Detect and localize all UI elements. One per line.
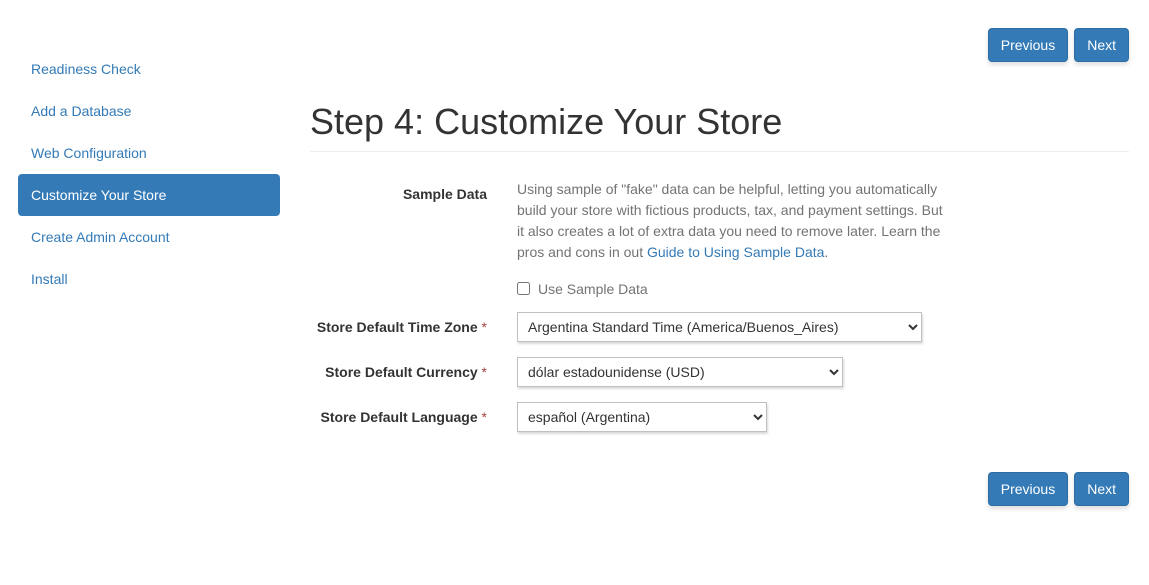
guide-link[interactable]: Guide to Using Sample Data <box>647 244 824 260</box>
top-button-row: Previous Next <box>310 28 1129 62</box>
bottom-button-row: Previous Next <box>310 472 1129 506</box>
page-title: Step 4: Customize Your Store <box>310 102 1129 152</box>
currency-row: Store Default Currency * dólar estadouni… <box>310 357 1129 387</box>
main-content: Previous Next Step 4: Customize Your Sto… <box>280 0 1149 526</box>
sidebar-item-web-configuration[interactable]: Web Configuration <box>18 132 280 174</box>
previous-button-bottom[interactable]: Previous <box>988 472 1068 506</box>
language-label: Store Default Language * <box>310 402 502 432</box>
sample-data-help-text: Using sample of "fake" data can be helpf… <box>517 179 947 263</box>
timezone-row: Store Default Time Zone * Argentina Stan… <box>310 312 1129 342</box>
previous-button[interactable]: Previous <box>988 28 1068 62</box>
sidebar-item-create-admin[interactable]: Create Admin Account <box>18 216 280 258</box>
timezone-select[interactable]: Argentina Standard Time (America/Buenos_… <box>517 312 922 342</box>
timezone-label: Store Default Time Zone * <box>310 312 502 342</box>
sidebar-item-readiness-check[interactable]: Readiness Check <box>18 48 280 90</box>
next-button-bottom[interactable]: Next <box>1074 472 1129 506</box>
required-indicator: * <box>482 319 487 335</box>
language-select[interactable]: español (Argentina) <box>517 402 767 432</box>
currency-select[interactable]: dólar estadounidense (USD) <box>517 357 843 387</box>
required-indicator: * <box>482 409 487 425</box>
required-indicator: * <box>482 364 487 380</box>
sample-data-label: Sample Data <box>310 179 502 209</box>
language-row: Store Default Language * español (Argent… <box>310 402 1129 432</box>
sample-data-row: Sample Data Using sample of "fake" data … <box>310 179 1129 297</box>
customize-form: Sample Data Using sample of "fake" data … <box>310 161 1129 432</box>
sidebar-item-install[interactable]: Install <box>18 258 280 300</box>
next-button[interactable]: Next <box>1074 28 1129 62</box>
currency-label: Store Default Currency * <box>310 357 502 387</box>
use-sample-data-label: Use Sample Data <box>538 281 648 297</box>
sidebar-item-add-database[interactable]: Add a Database <box>18 90 280 132</box>
sidebar: Readiness Check Add a Database Web Confi… <box>0 0 280 526</box>
sidebar-item-customize-store[interactable]: Customize Your Store <box>18 174 280 216</box>
use-sample-data-checkbox[interactable] <box>517 282 530 295</box>
